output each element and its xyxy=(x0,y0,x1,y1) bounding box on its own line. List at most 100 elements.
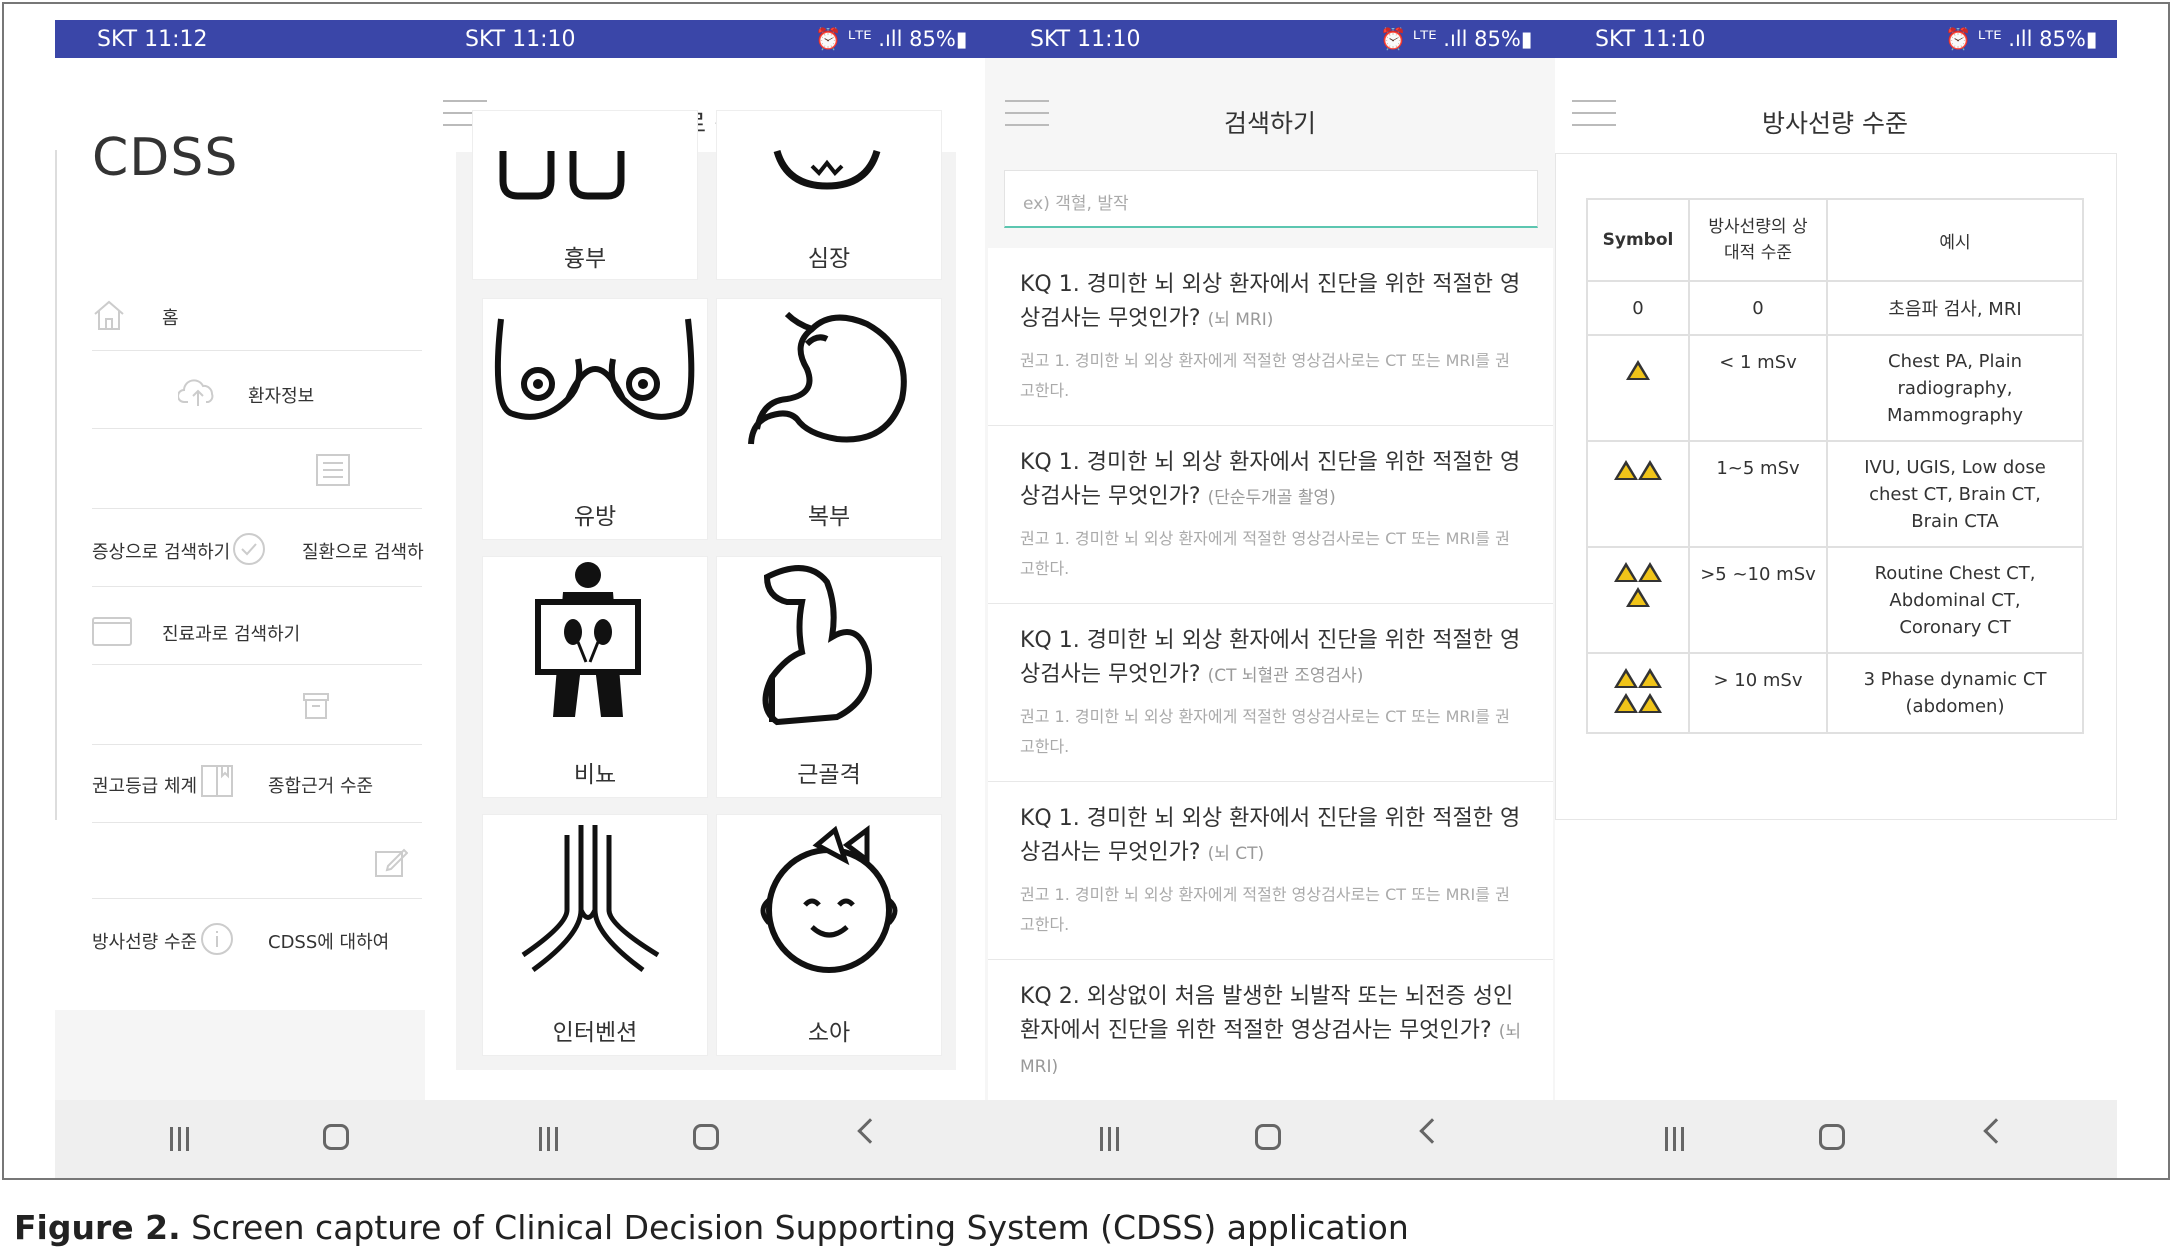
tile-chest[interactable]: 흉부 xyxy=(472,110,698,280)
kq-recommendation: 권고 1. 경미한 뇌 외상 환자에게 적절한 영상검사로는 CT 또는 MRI… xyxy=(1020,529,1510,578)
tile-breast-label: 유방 xyxy=(573,504,617,530)
menu-hamburger-button-3[interactable] xyxy=(1005,100,1049,130)
list-item[interactable]: KQ 2. 외상없이 처음 발생한 뇌발작 또는 뇌전증 성인환자에서 진단을 … xyxy=(988,960,1553,1100)
menu-search-disease-label[interactable]: 질환으로 검색하 xyxy=(302,538,424,564)
kq-title: KQ 2. 외상없이 처음 발생한 뇌발작 또는 뇌전증 성인환자에서 진단을 … xyxy=(1020,984,1521,1077)
menu-radiation-level-label: 방사선량 수준 xyxy=(92,932,198,953)
list-item[interactable]: KQ 1. 경미한 뇌 외상 환자에서 진단을 위한 적절한 영상검사는 무엇인… xyxy=(988,782,1553,960)
folder-icon xyxy=(92,617,132,646)
recent-apps-button[interactable] xyxy=(1098,1127,1122,1151)
tile-intervention[interactable]: 인터벤션 xyxy=(482,814,708,1056)
back-button[interactable] xyxy=(857,1118,883,1144)
menu-about-label[interactable]: CDSS에 대하여 xyxy=(268,928,389,954)
tile-pediatric-label: 소아 xyxy=(807,1020,851,1046)
figure-caption: Figure 2. Screen capture of Clinical Dec… xyxy=(14,1208,1409,1247)
tile-breast[interactable]: 유방 xyxy=(482,298,708,540)
kq-title: KQ 1. 경미한 뇌 외상 환자에서 진단을 위한 적절한 영상검사는 무엇인… xyxy=(1020,272,1521,331)
tile-pediatric[interactable]: 소아 xyxy=(716,814,942,1056)
table-row: >5 ~10 mSv Routine Chest CT, Abdominal C… xyxy=(1586,546,2084,654)
search-input[interactable]: ex) 객혈, 발작 xyxy=(1004,170,1538,228)
tile-abdomen[interactable]: 복부 xyxy=(716,298,942,540)
menu-search-department-label: 진료과로 검색하기 xyxy=(162,624,301,645)
back-button[interactable] xyxy=(1419,1118,1445,1144)
home-icon xyxy=(94,300,124,330)
list-icon xyxy=(316,454,350,486)
book-icon xyxy=(201,765,233,797)
vessel-icon xyxy=(521,825,660,973)
menu-recommendation-grade-label: 권고등급 체계 xyxy=(92,776,198,797)
recent-apps-button[interactable] xyxy=(1663,1127,1687,1151)
table-row: < 1 mSv Chest PA, Plain radiography, Mam… xyxy=(1586,334,2084,442)
status-icons-2: ⏰ ᴸᵀᴱ .ıll 85%▮ xyxy=(815,27,968,51)
home-button[interactable] xyxy=(1255,1124,1281,1150)
list-item[interactable]: KQ 1. 경미한 뇌 외상 환자에서 진단을 위한 적절한 영상검사는 무엇인… xyxy=(988,604,1553,782)
table-row: > 10 mSv 3 Phase dynamic CT (abdomen) xyxy=(1586,652,2084,734)
tile-abdomen-label: 복부 xyxy=(807,504,851,530)
tile-chest-label: 흉부 xyxy=(563,246,607,272)
baby-icon xyxy=(760,825,898,973)
menu-evidence-level-label[interactable]: 종합근거 수준 xyxy=(268,772,373,798)
col-level: 방사선량의 상대적 수준 xyxy=(1688,198,1828,282)
figure-label: Figure 2. xyxy=(14,1208,181,1247)
check-circle-icon xyxy=(233,533,265,565)
kq-recommendation: 권고 1. 경미한 뇌 외상 환자에게 적절한 영상검사로는 CT 또는 MRI… xyxy=(1020,707,1510,756)
status-time-1: SKT 11:12 xyxy=(97,27,208,52)
kidney-xray-icon xyxy=(535,562,641,717)
breast-icon xyxy=(494,318,695,420)
radiation-hazard-icon xyxy=(1638,693,1662,713)
screen4-title: 방사선량 수준 xyxy=(1762,109,1908,138)
radiation-hazard-icon xyxy=(1614,693,1638,713)
info-icon xyxy=(201,923,233,955)
status-time-3: SKT 11:10 xyxy=(1030,27,1141,52)
radiation-hazard-icon xyxy=(1626,360,1650,380)
col-example: 예시 xyxy=(1826,198,2084,282)
radiation-hazard-icon xyxy=(1638,460,1662,480)
bicep-icon xyxy=(762,565,872,726)
app-title: CDSS xyxy=(92,128,239,188)
cloud-upload-icon xyxy=(178,379,214,406)
tile-intervention-label: 인터벤션 xyxy=(552,1020,638,1046)
tile-urology[interactable]: 비뇨 xyxy=(482,556,708,798)
radiation-hazard-icon xyxy=(1638,668,1662,688)
radiation-hazard-icon xyxy=(1614,668,1638,688)
tile-musculoskeletal[interactable]: 근골격 xyxy=(716,556,942,798)
radiation-hazard-icon xyxy=(1614,562,1638,582)
tile-heart[interactable]: 심장 xyxy=(716,110,942,280)
tile-urology-label: 비뇨 xyxy=(573,762,617,788)
archive-icon xyxy=(303,693,329,719)
edit-icon xyxy=(375,848,408,877)
menu-hamburger-button-4[interactable] xyxy=(1572,100,1616,130)
screen3-title: 검색하기 xyxy=(1223,109,1316,138)
kq-recommendation: 권고 1. 경미한 뇌 외상 환자에게 적절한 영상검사로는 CT 또는 MRI… xyxy=(1020,351,1510,400)
home-button[interactable] xyxy=(693,1124,719,1150)
recent-apps-button[interactable] xyxy=(168,1127,192,1151)
home-button[interactable] xyxy=(323,1124,349,1150)
list-item[interactable]: KQ 1. 경미한 뇌 외상 환자에서 진단을 위한 적절한 영상검사는 무엇인… xyxy=(988,248,1553,426)
kq-recommendation: 권고 1. 경미한 뇌 외상 환자에게 적절한 영상검사로는 CT 또는 MRI… xyxy=(1020,885,1510,934)
radiation-hazard-icon xyxy=(1614,460,1638,480)
list-item[interactable]: KQ 1. 경미한 뇌 외상 환자에서 진단을 위한 적절한 영상검사는 무엇인… xyxy=(988,426,1553,604)
kq-title: KQ 1. 경미한 뇌 외상 환자에서 진단을 위한 적절한 영상검사는 무엇인… xyxy=(1020,450,1521,509)
radiation-hazard-icon xyxy=(1626,587,1650,607)
menu-patient-info-label: 환자정보 xyxy=(248,386,315,407)
tile-musculoskeletal-label: 근골격 xyxy=(797,762,861,788)
heart-icon xyxy=(773,149,881,190)
status-icons-4: ⏰ ᴸᵀᴱ .ıll 85%▮ xyxy=(1945,27,2098,51)
menu-search-symptom-label: 증상으로 검색하기 xyxy=(92,542,231,563)
recent-apps-button[interactable] xyxy=(537,1127,561,1151)
search-placeholder: ex) 객혈, 발작 xyxy=(1023,194,1129,214)
status-time-4: SKT 11:10 xyxy=(1595,27,1706,52)
radiation-hazard-icon xyxy=(1638,562,1662,582)
col-symbol: Symbol xyxy=(1586,198,1690,282)
stomach-icon xyxy=(748,311,907,445)
status-icons-3: ⏰ ᴸᵀᴱ .ıll 85%▮ xyxy=(1380,27,1533,51)
radiation-table: Symbol 방사선량의 상대적 수준 예시 0 0 초음파 검사, MRI < 1… xyxy=(1586,198,2084,734)
back-button[interactable] xyxy=(1983,1118,2009,1144)
table-row: 0 0 초음파 검사, MRI xyxy=(1586,280,2084,336)
menu-home-label: 홈 xyxy=(162,308,179,329)
kq-title: KQ 1. 경미한 뇌 외상 환자에서 진단을 위한 적절한 영상검사는 무엇인… xyxy=(1020,806,1521,865)
figure-caption-text: Screen capture of Clinical Decision Supp… xyxy=(180,1208,1409,1247)
home-button[interactable] xyxy=(1819,1124,1845,1150)
tile-heart-label: 심장 xyxy=(807,246,851,272)
chest-icon xyxy=(499,151,625,200)
